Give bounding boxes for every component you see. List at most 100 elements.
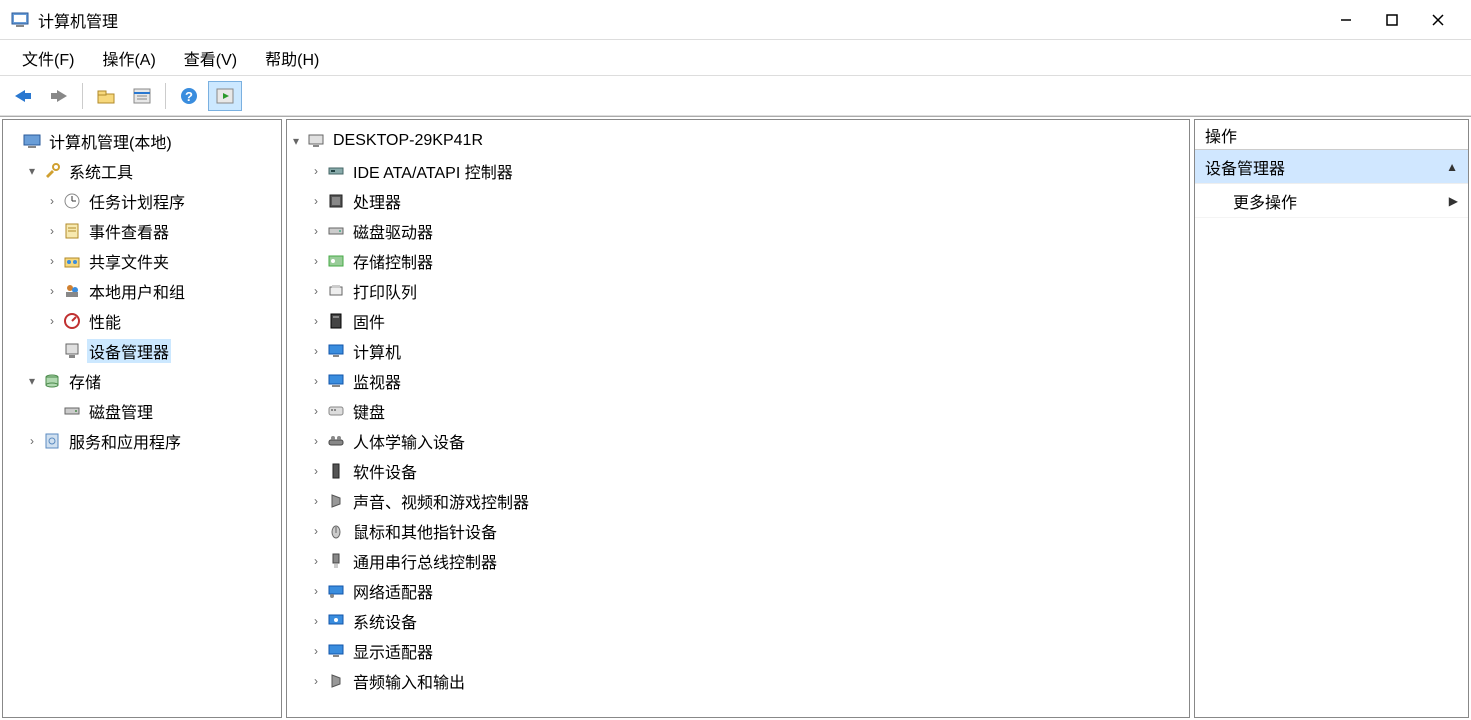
collapse-icon[interactable]: ▾ [23,374,41,388]
tree-label: 服务和应用程序 [67,429,183,453]
device-icon [325,580,347,602]
device-category[interactable]: › 通用串行总线控制器 [287,546,1189,576]
device-category[interactable]: ›声音、视频和游戏控制器 [287,486,1189,516]
device-label: 软件设备 [351,459,419,483]
minimize-button[interactable] [1323,0,1369,40]
svg-text:?: ? [185,89,193,104]
device-icon [325,160,347,182]
device-icon [325,490,347,512]
tree-label: 共享文件夹 [87,249,171,273]
expand-icon[interactable]: › [307,224,325,238]
tree-label: 性能 [87,309,123,333]
device-icon [325,430,347,452]
menu-action[interactable]: 操作(A) [88,42,169,74]
device-category[interactable]: › 音频输入和输出 [287,666,1189,696]
tree-label: 本地用户和组 [87,279,187,303]
expand-icon[interactable]: › [23,434,41,448]
tree-shared-folders[interactable]: › 共享文件夹 [3,246,281,276]
device-category[interactable]: › 人体学输入设备 [287,426,1189,456]
forward-button[interactable] [42,81,76,111]
back-button[interactable] [6,81,40,111]
refresh-button[interactable] [208,81,242,111]
device-category[interactable]: › 软件设备 [287,456,1189,486]
tree-root-computer-mgmt[interactable]: 计算机管理(本地) [3,126,281,156]
tree-label: 系统工具 [67,159,135,183]
device-label: 音频输入和输出 [351,669,467,693]
tree-label: 设备管理器 [87,339,171,363]
collapse-icon[interactable]: ▾ [23,164,41,178]
device-category[interactable]: ›IDE ATA/ATAPI 控制器 [287,156,1189,186]
expand-icon[interactable]: › [43,314,61,328]
chevron-right-icon: ▶ [1449,194,1458,208]
device-category[interactable]: ›键盘 [287,396,1189,426]
device-category[interactable]: › 计算机 [287,336,1189,366]
expand-icon[interactable]: › [307,194,325,208]
expand-icon[interactable]: › [307,524,325,538]
properties-button[interactable] [125,81,159,111]
device-label: 人体学输入设备 [351,429,467,453]
expand-icon[interactable]: › [307,164,325,178]
tree-system-tools[interactable]: ▾ 系统工具 [3,156,281,186]
tree-disk-mgmt[interactable]: 磁盘管理 [3,396,281,426]
device-category[interactable]: ›系统设备 [287,606,1189,636]
device-icon [325,310,347,332]
more-actions[interactable]: 更多操作 ▶ [1195,184,1468,218]
expand-icon[interactable]: › [307,254,325,268]
left-panel: 计算机管理(本地) ▾ 系统工具 › 任务计划程序 › 事件查看器 › 共享文件… [2,119,282,718]
expand-icon[interactable]: › [307,284,325,298]
expand-icon[interactable]: › [307,614,325,628]
device-category[interactable]: ›打印队列 [287,276,1189,306]
menu-file[interactable]: 文件(F) [8,42,88,74]
device-category[interactable]: ›固件 [287,306,1189,336]
device-category[interactable]: › 监视器 [287,366,1189,396]
device-label: 通用串行总线控制器 [351,549,499,573]
expand-icon[interactable]: › [43,224,61,238]
collapse-icon[interactable]: ▾ [287,134,305,148]
device-label: 显示适配器 [351,639,435,663]
expand-icon[interactable]: › [43,284,61,298]
device-manager-icon [61,340,83,362]
up-button[interactable] [89,81,123,111]
expand-icon[interactable]: › [307,404,325,418]
maximize-button[interactable] [1369,0,1415,40]
device-category[interactable]: › 显示适配器 [287,636,1189,666]
expand-icon[interactable]: › [307,674,325,688]
actions-section[interactable]: 设备管理器 ▲ [1195,150,1468,184]
expand-icon[interactable]: › [307,584,325,598]
device-category[interactable]: ›磁盘驱动器 [287,216,1189,246]
menu-help[interactable]: 帮助(H) [251,42,333,74]
device-category[interactable]: ›存储控制器 [287,246,1189,276]
expand-icon[interactable]: › [43,194,61,208]
device-category[interactable]: ›网络适配器 [287,576,1189,606]
device-icon [325,400,347,422]
close-button[interactable] [1415,0,1461,40]
tree-local-users[interactable]: › 本地用户和组 [3,276,281,306]
expand-icon[interactable]: › [307,434,325,448]
tree-device-manager[interactable]: 设备管理器 [3,336,281,366]
expand-icon[interactable]: › [307,344,325,358]
tree-services[interactable]: › 服务和应用程序 [3,426,281,456]
expand-icon[interactable]: › [307,494,325,508]
expand-icon[interactable]: › [307,314,325,328]
tree-storage[interactable]: ▾ 存储 [3,366,281,396]
more-actions-label: 更多操作 [1233,189,1297,213]
computer-icon [305,130,327,152]
device-root[interactable]: ▾ DESKTOP-29KP41R [287,126,1189,156]
device-label: 监视器 [351,369,403,393]
tree-performance[interactable]: › 性能 [3,306,281,336]
disk-icon [61,400,83,422]
help-button[interactable]: ? [172,81,206,111]
actions-header: 操作 [1195,120,1468,150]
device-category[interactable]: ›鼠标和其他指针设备 [287,516,1189,546]
expand-icon[interactable]: › [307,554,325,568]
device-category[interactable]: ›处理器 [287,186,1189,216]
tree-event-viewer[interactable]: › 事件查看器 [3,216,281,246]
expand-icon[interactable]: › [307,374,325,388]
menu-view[interactable]: 查看(V) [170,42,251,74]
device-label: 计算机 [351,339,403,363]
expand-icon[interactable]: › [43,254,61,268]
expand-icon[interactable]: › [307,464,325,478]
tree-task-scheduler[interactable]: › 任务计划程序 [3,186,281,216]
actions-section-label: 设备管理器 [1205,155,1285,179]
expand-icon[interactable]: › [307,644,325,658]
